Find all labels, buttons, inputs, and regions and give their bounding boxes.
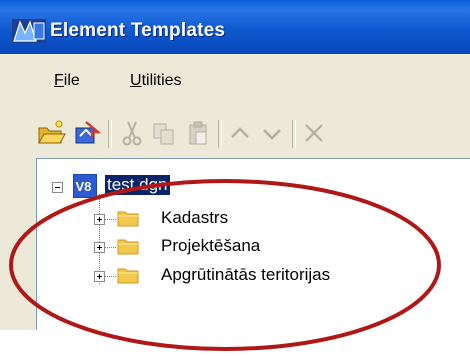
tree-root-label: test.dgn — [105, 175, 170, 195]
toolbar-separator — [218, 120, 222, 148]
paste-icon — [189, 121, 207, 145]
menu-bar: File Utilities — [0, 54, 470, 106]
open-folder-button[interactable] — [36, 118, 66, 148]
window-title: Element Templates — [50, 20, 226, 41]
tree-connector — [104, 247, 116, 248]
title-bar[interactable]: Element Templates — [0, 0, 470, 54]
expand-toggle-icon[interactable] — [94, 214, 105, 225]
menu-file-label: ile — [63, 72, 80, 89]
element-templates-window: Element Templates File Utilities V8 test… — [0, 0, 470, 330]
tree-node-label: Apgrūtinātās teritorijas — [161, 265, 331, 284]
menu-utilities[interactable]: Utilities — [124, 70, 188, 92]
cut-button[interactable] — [118, 118, 146, 148]
copy-button[interactable] — [150, 118, 178, 148]
import-template-icon — [75, 121, 102, 144]
folder-icon — [117, 268, 139, 284]
expand-toggle-icon[interactable] — [94, 242, 105, 253]
delete-button[interactable] — [300, 118, 328, 148]
paste-button[interactable] — [184, 118, 212, 148]
menu-utilities-label: tilities — [141, 72, 182, 89]
move-down-button[interactable] — [258, 118, 286, 148]
expand-toggle-icon[interactable] — [94, 271, 105, 282]
copy-icon — [153, 123, 174, 145]
cut-icon — [122, 121, 142, 146]
tree-connector — [104, 276, 116, 277]
tree-node-label: Projektēšana — [161, 236, 261, 255]
svg-text:V8: V8 — [76, 179, 92, 194]
toolbar-separator — [292, 120, 296, 148]
move-down-icon — [263, 129, 281, 140]
menu-utilities-accel: U — [130, 72, 142, 89]
delete-icon — [305, 124, 323, 142]
collapse-toggle-icon[interactable] — [52, 182, 63, 193]
open-folder-icon — [38, 120, 66, 144]
tree-node-label: Kadastrs — [161, 208, 229, 227]
v8-dgn-icon: V8 — [73, 174, 97, 198]
folder-icon — [117, 211, 139, 227]
menu-file-accel: F — [54, 72, 64, 89]
move-up-button[interactable] — [226, 118, 254, 148]
toolbar-separator — [108, 120, 112, 148]
folder-icon — [117, 239, 139, 255]
template-tree[interactable]: V8 test.dgn Kadastrs Projektēšana Apgrūt… — [36, 158, 470, 330]
menu-file[interactable]: File — [48, 70, 86, 92]
toolbar — [36, 116, 470, 152]
import-template-button[interactable] — [72, 118, 102, 148]
tree-connector — [104, 219, 116, 220]
microstation-app-icon — [12, 19, 46, 43]
move-up-icon — [231, 127, 249, 138]
